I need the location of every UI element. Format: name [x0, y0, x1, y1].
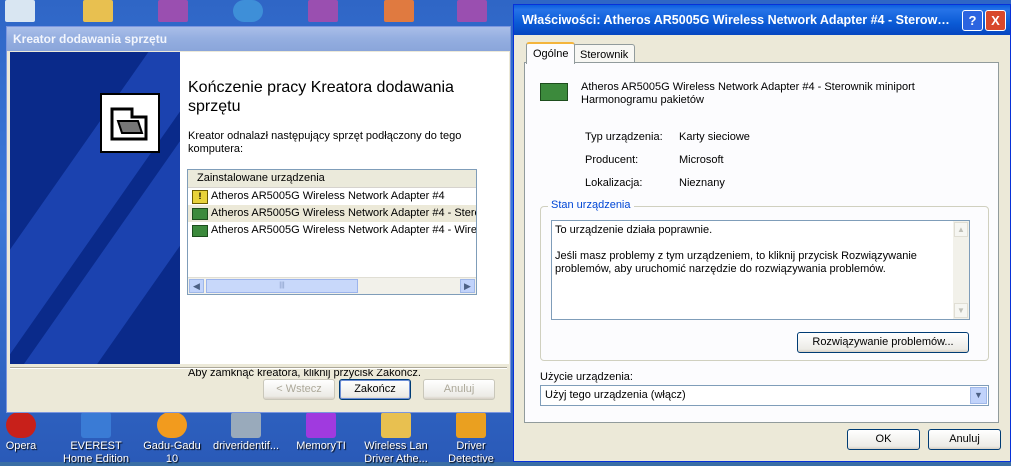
vertical-scrollbar[interactable]: ▲ ▼ — [953, 221, 969, 319]
archive-icon[interactable] — [457, 0, 487, 22]
desktop-icon-label: MemoryTI — [296, 440, 346, 452]
properties-title-text: Właściwości: Atheros AR5005G Wireless Ne… — [522, 13, 950, 27]
cancel-button[interactable]: Anuluj — [928, 429, 1001, 450]
wizard-sidebar-banner — [10, 52, 180, 364]
recycle-bin-icon[interactable] — [5, 0, 35, 22]
device-usage-label: Użycie urządzenia: — [540, 371, 633, 383]
driver-detective-icon — [456, 412, 486, 438]
device-type-label: Typ urządzenia: — [585, 131, 663, 143]
hardware-icon — [100, 93, 160, 153]
back-button[interactable]: < Wstecz — [263, 379, 335, 400]
everest-icon — [81, 412, 111, 438]
warning-icon: ! — [192, 189, 208, 204]
folder-icon — [381, 412, 411, 438]
desktop-icon-driver-detective[interactable]: Driver Detective — [435, 412, 507, 466]
scroll-thumb[interactable]: ||| — [206, 279, 358, 293]
list-header[interactable]: Zainstalowane urządzenia — [188, 170, 476, 188]
list-item-label: Atheros AR5005G Wireless Network Adapter… — [211, 190, 445, 202]
list-item[interactable]: Atheros AR5005G Wireless Network Adapter… — [188, 205, 476, 222]
properties-title[interactable]: Właściwości: Atheros AR5005G Wireless Ne… — [514, 5, 1010, 35]
desktop-icon-label: driveridentif... — [212, 440, 280, 452]
scroll-down-icon[interactable]: ▼ — [954, 303, 968, 318]
installed-devices-list[interactable]: Zainstalowane urządzenia ! Atheros AR500… — [187, 169, 477, 295]
status-line: Jeśli masz problemy z tym urządzeniem, t… — [555, 250, 917, 275]
wizard-heading: Kończenie pracy Kreatora dodawania sprzę… — [188, 79, 454, 115]
cancel-button[interactable]: Anuluj — [423, 379, 495, 400]
network-adapter-icon — [192, 207, 208, 220]
scroll-right-icon[interactable]: ▶ — [460, 279, 475, 293]
driveridentifier-icon — [231, 412, 261, 438]
wizard-content: Kończenie pracy Kreatora dodawania sprzę… — [180, 52, 509, 379]
gadu-gadu-icon — [157, 412, 187, 438]
ok-button[interactable]: OK — [847, 429, 920, 450]
opera-icon — [6, 412, 36, 438]
desktop-icon-memoryti[interactable]: MemoryTI — [285, 412, 357, 453]
close-button[interactable]: X — [985, 10, 1006, 31]
desktop-icon-label: EVEREST Home Edition — [62, 440, 130, 465]
divider — [10, 367, 507, 369]
device-name: Atheros AR5005G Wireless Network Adapter… — [581, 81, 915, 106]
device-status-textbox[interactable]: To urządzenie działa poprawnie. Jeśli ma… — [551, 220, 970, 320]
scroll-up-icon[interactable]: ▲ — [954, 222, 968, 237]
desktop-icon-label: Wireless Lan Driver Athe... — [364, 440, 428, 465]
app-icon[interactable] — [384, 0, 414, 22]
folder-icon[interactable] — [83, 0, 113, 22]
horizontal-scrollbar[interactable]: ◀ ||| ▶ — [188, 277, 476, 294]
help-button[interactable]: ? — [962, 10, 983, 31]
wizard-intro-text: Kreator odnalazł następujący sprzęt podł… — [188, 130, 462, 155]
tab-general[interactable]: Ogólne — [526, 42, 576, 64]
device-type-value: Karty sieciowe — [679, 131, 750, 143]
manufacturer-value: Microsoft — [679, 154, 724, 166]
device-status-text: To urządzenie działa poprawnie. Jeśli ma… — [555, 224, 951, 276]
list-item[interactable]: Atheros AR5005G Wireless Network Adapter… — [188, 222, 476, 239]
add-hardware-wizard-window: Kreator dodawania sprzętu Kończenie prac… — [6, 26, 511, 413]
archive-icon[interactable] — [158, 0, 188, 22]
network-adapter-icon — [192, 224, 208, 237]
scroll-left-icon[interactable]: ◀ — [189, 279, 204, 293]
chevron-down-icon[interactable]: ▼ — [970, 387, 987, 404]
desktop-icon-everest[interactable]: EVEREST Home Edition — [60, 412, 132, 466]
list-item-label: Atheros AR5005G Wireless Network Adapter… — [211, 207, 476, 219]
desktop-icon-label: Opera — [5, 440, 37, 452]
device-status-label: Stan urządzenia — [548, 199, 634, 211]
archive-icon[interactable] — [308, 0, 338, 22]
manufacturer-label: Producent: — [585, 154, 639, 166]
desktop-icon-wireless-lan-driver[interactable]: Wireless Lan Driver Athe... — [360, 412, 432, 466]
troubleshoot-button[interactable]: Rozwiązywanie problemów... — [797, 332, 969, 353]
finish-button[interactable]: Zakończ — [339, 379, 411, 400]
desktop-icon-driveridentifier[interactable]: driveridentif... — [210, 412, 282, 453]
desktop-icon-label: Driver Detective — [448, 440, 494, 465]
location-label: Lokalizacja: — [585, 177, 643, 189]
device-properties-window: Właściwości: Atheros AR5005G Wireless Ne… — [513, 4, 1011, 462]
network-adapter-icon — [540, 83, 568, 101]
device-usage-select[interactable]: Użyj tego urządzenia (włącz) ▼ — [540, 385, 989, 406]
status-line: To urządzenie działa poprawnie. — [555, 224, 713, 236]
memoryti-icon — [306, 412, 336, 438]
general-tab-panel: Atheros AR5005G Wireless Network Adapter… — [524, 62, 999, 423]
location-value: Nieznany — [679, 177, 725, 189]
list-item-label: Atheros AR5005G Wireless Network Adapter… — [211, 224, 476, 236]
wizard-title[interactable]: Kreator dodawania sprzętu — [7, 27, 510, 51]
list-item[interactable]: ! Atheros AR5005G Wireless Network Adapt… — [188, 188, 476, 205]
media-player-icon[interactable] — [233, 0, 263, 22]
tab-driver[interactable]: Sterownik — [573, 44, 636, 64]
desktop-icon-label: Gadu-Gadu 10 — [143, 440, 201, 465]
desktop-icon-opera[interactable]: Opera — [0, 412, 57, 453]
desktop-icon-gadu-gadu[interactable]: Gadu-Gadu 10 — [136, 412, 208, 466]
device-usage-value: Użyj tego urządzenia (włącz) — [545, 389, 686, 401]
device-status-group: Stan urządzenia To urządzenie działa pop… — [540, 199, 989, 361]
